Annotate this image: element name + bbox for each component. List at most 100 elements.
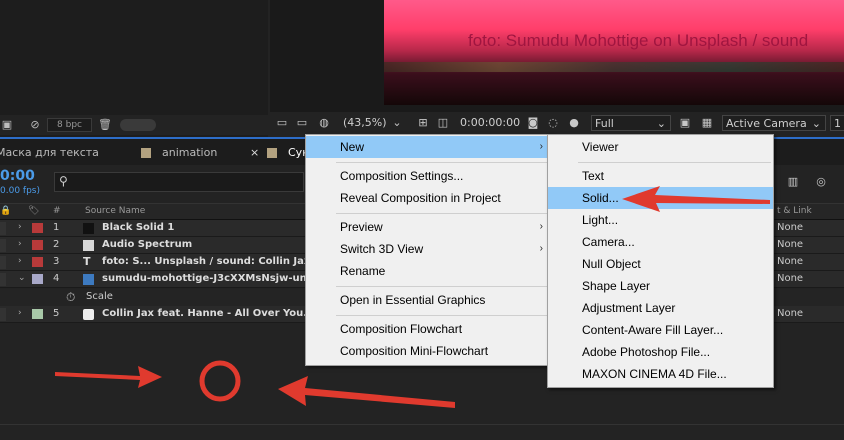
layer-name[interactable]: Collin Jax feat. Hanne - All Over You.mp: [102, 308, 325, 319]
source-name-header[interactable]: Source Name: [85, 206, 145, 216]
menu-item-label: Composition Flowchart: [340, 322, 463, 336]
interpret-footage-icon[interactable]: ▣: [0, 118, 14, 132]
menu-item-maxon-cinema-4d-file[interactable]: MAXON CINEMA 4D File...: [548, 363, 773, 385]
menu-item-label: Adjustment Layer: [582, 301, 676, 315]
menu-item-shape-layer[interactable]: Shape Layer: [548, 275, 773, 297]
stopwatch-icon[interactable]: ⏱: [66, 290, 75, 305]
parent-link-header[interactable]: t & Link: [777, 206, 812, 216]
layer-number: 3: [53, 256, 60, 267]
chevron-right-icon: ›: [539, 243, 543, 254]
tab-color-swatch: [267, 148, 277, 158]
viewer-toolbar: ▭ ▭ ◍ (43,5%) ⌄ ⊞ ◫ 0:00:00:00 ◙ ◌ ● Ful…: [270, 112, 844, 134]
menu-item-rename[interactable]: Rename: [306, 260, 551, 282]
menu-item-composition-flowchart[interactable]: Composition Flowchart: [306, 318, 551, 340]
transparency-grid-icon[interactable]: ▦: [700, 115, 714, 131]
label-color-swatch[interactable]: [32, 257, 43, 267]
chevron-down-icon[interactable]: ⌄: [390, 115, 404, 131]
new-submenu: Viewer Text Solid... Light... Camera... …: [547, 134, 774, 388]
lock-toggle[interactable]: [0, 273, 6, 286]
menu-item-adjustment-layer[interactable]: Adjustment Layer: [548, 297, 773, 319]
parent-dropdown[interactable]: None: [777, 256, 803, 267]
menu-item-camera[interactable]: Camera...: [548, 231, 773, 253]
search-input[interactable]: ⚲: [54, 172, 304, 192]
views-dropdown[interactable]: 1 V: [830, 115, 844, 131]
folder-icon[interactable]: ⊘: [28, 118, 42, 132]
chevron-right-icon[interactable]: ›: [18, 222, 22, 232]
menu-item-reveal-composition[interactable]: Reveal Composition in Project: [306, 187, 551, 209]
motion-blur-icon[interactable]: ◎: [814, 174, 828, 190]
menu-item-viewer[interactable]: Viewer: [548, 136, 773, 158]
layer-name[interactable]: Audio Spectrum: [102, 239, 192, 250]
timeline-timecode[interactable]: 0:00: [0, 168, 35, 184]
viewer-caption-text: foto: Sumudu Mohottige on Unsplash / sou…: [468, 31, 809, 50]
layer-name[interactable]: sumudu-mohottige-J3cXXMsNsjw-unsp: [102, 273, 320, 284]
resolution-dropdown[interactable]: Full ⌄: [591, 115, 671, 131]
layer-name[interactable]: Black Solid 1: [102, 222, 174, 233]
chevron-right-icon: ›: [539, 221, 543, 232]
tab-animation[interactable]: animation: [162, 146, 217, 160]
graph-editor-icon[interactable]: ▥: [786, 174, 800, 190]
parent-dropdown[interactable]: None: [777, 239, 803, 250]
menu-item-preview[interactable]: Preview ›: [306, 216, 551, 238]
menu-item-label: Adobe Photoshop File...: [582, 345, 711, 359]
grid-icon[interactable]: ⊞: [416, 115, 430, 131]
trash-icon[interactable]: 🗑: [98, 118, 112, 132]
label-color-swatch[interactable]: [32, 309, 43, 319]
menu-item-solid[interactable]: Solid...: [548, 187, 773, 209]
chevron-right-icon: ›: [539, 141, 543, 152]
menu-item-text[interactable]: Text: [548, 165, 773, 187]
region-of-interest-icon[interactable]: ◫: [436, 115, 450, 131]
close-icon[interactable]: ×: [250, 146, 259, 160]
label-color-swatch[interactable]: [32, 240, 43, 250]
menu-item-composition-mini-flowchart[interactable]: Composition Mini-Flowchart: [306, 340, 551, 362]
chevron-down-icon: ⌄: [656, 117, 666, 130]
parent-dropdown[interactable]: None: [777, 308, 803, 319]
label-color-swatch[interactable]: [32, 274, 43, 284]
menu-item-switch-3d-view[interactable]: Switch 3D View ›: [306, 238, 551, 260]
menu-separator: [336, 315, 549, 316]
parent-dropdown[interactable]: None: [777, 273, 803, 284]
zoom-dropdown[interactable]: (43,5%): [343, 115, 387, 131]
menu-item-composition-settings[interactable]: Composition Settings...: [306, 165, 551, 187]
menu-separator: [336, 213, 549, 214]
chevron-right-icon[interactable]: ›: [18, 308, 22, 318]
layer-name[interactable]: foto: S... Unsplash / sound: Collin Jax …: [102, 256, 318, 267]
menu-item-light[interactable]: Light...: [548, 209, 773, 231]
menu-item-label: Content-Aware Fill Layer...: [582, 323, 724, 337]
context-menu: New › Composition Settings... Reveal Comp…: [305, 134, 552, 366]
camera-dropdown[interactable]: Active Camera ⌄: [722, 115, 826, 131]
menu-item-open-essential-graphics[interactable]: Open in Essential Graphics: [306, 289, 551, 311]
menu-item-label: Open in Essential Graphics: [340, 293, 486, 307]
lock-toggle[interactable]: [0, 239, 6, 252]
chevron-right-icon[interactable]: ›: [18, 256, 22, 266]
menu-item-new[interactable]: New ›: [306, 136, 551, 158]
show-snapshot-icon[interactable]: ◌: [546, 115, 560, 131]
monitor-icon[interactable]: ▭: [295, 115, 309, 131]
bpc-button[interactable]: 8 bpc: [47, 118, 92, 132]
label-color-swatch[interactable]: [32, 223, 43, 233]
scale-property-label: Scale: [86, 291, 113, 302]
channels-icon[interactable]: ●: [567, 115, 581, 131]
menu-item-label: MAXON CINEMA 4D File...: [582, 367, 727, 381]
viewer-spectrum-band: [384, 62, 844, 72]
always-preview-icon[interactable]: ▭: [275, 115, 289, 131]
menu-item-label: New: [340, 140, 365, 154]
menu-item-label: Light...: [582, 213, 619, 227]
menu-item-null-object[interactable]: Null Object: [548, 253, 773, 275]
menu-item-adobe-photoshop-file[interactable]: Adobe Photoshop File...: [548, 341, 773, 363]
chevron-down-icon[interactable]: ⌄: [18, 273, 26, 283]
lock-toggle[interactable]: [0, 222, 6, 235]
chevron-right-icon[interactable]: ›: [18, 239, 22, 249]
fast-previews-icon[interactable]: ▣: [678, 115, 692, 131]
snapshot-icon[interactable]: ◙: [526, 115, 540, 131]
lock-toggle[interactable]: [0, 308, 6, 321]
mask-icon[interactable]: ◍: [317, 115, 331, 131]
tab-mask-text[interactable]: Маска для текста: [0, 146, 99, 160]
parent-dropdown[interactable]: None: [777, 222, 803, 233]
viewer-timecode[interactable]: 0:00:00:00: [460, 115, 520, 131]
lock-toggle[interactable]: [0, 256, 6, 269]
menu-item-content-aware-fill-layer[interactable]: Content-Aware Fill Layer...: [548, 319, 773, 341]
chevron-down-icon: ⌄: [811, 117, 821, 130]
project-scrollbar[interactable]: [120, 119, 156, 131]
search-icon: ⚲: [59, 174, 68, 188]
